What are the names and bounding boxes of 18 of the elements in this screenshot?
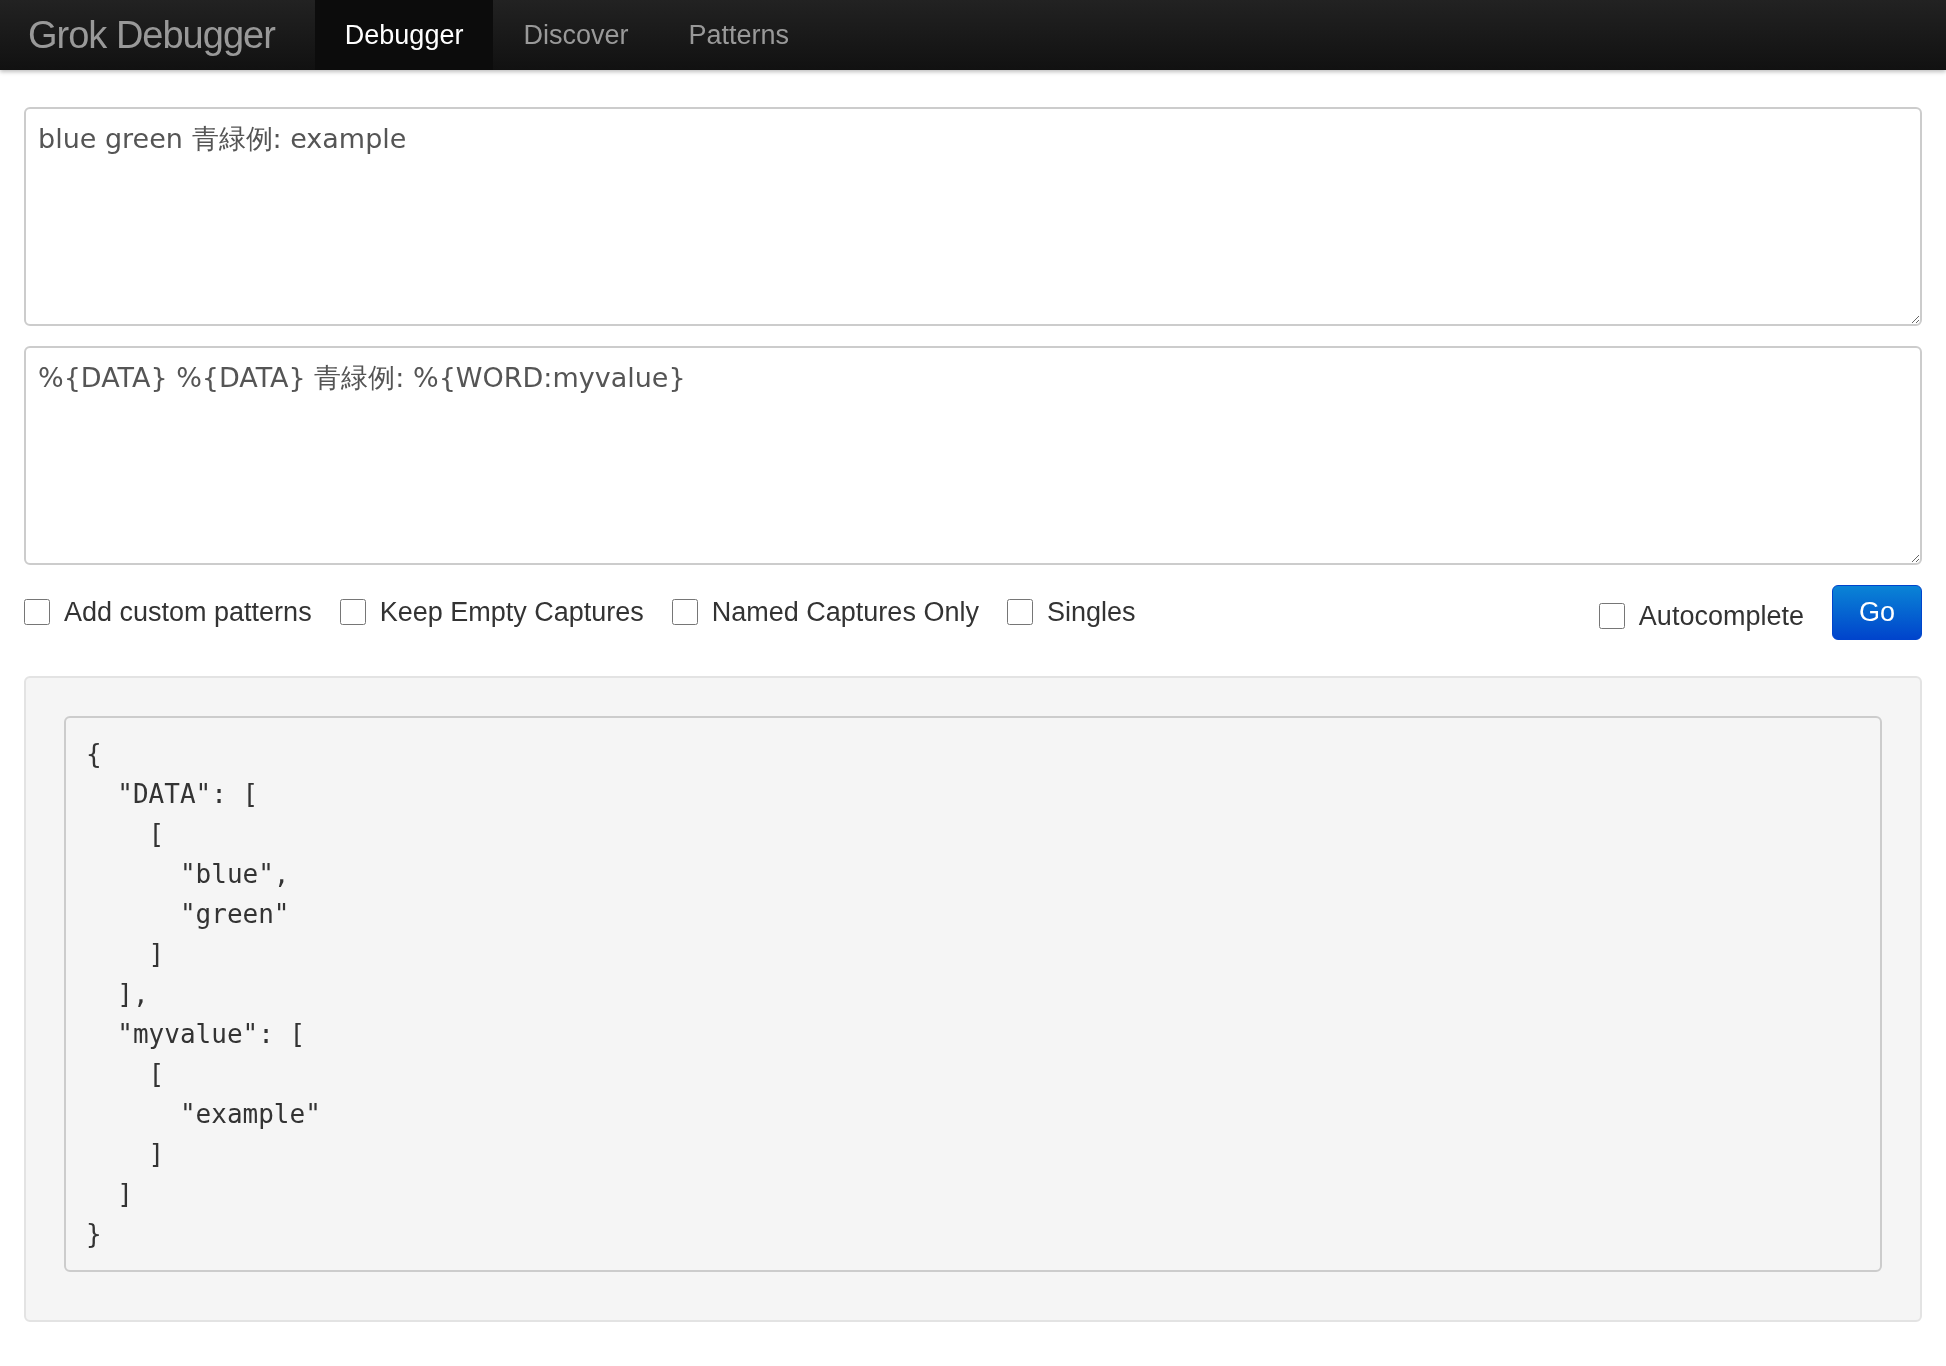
checkbox[interactable] (1006, 599, 1033, 626)
checkbox[interactable] (24, 599, 50, 626)
checkbox-label[interactable]: Autocomplete (1638, 596, 1804, 637)
pattern-field[interactable]: %{DATA} %{DATA} 青緑例: %{WORD:myvalue} (24, 346, 1922, 565)
checkbox[interactable] (1598, 603, 1625, 630)
nav-tab[interactable]: Debugger (314, 0, 494, 70)
checkbox[interactable] (339, 599, 366, 626)
app-title: Grok Debugger (27, 13, 277, 58)
checkbox-label[interactable]: Add custom patterns (64, 592, 312, 633)
checkbox-label[interactable]: Keep Empty Captures (379, 592, 644, 633)
input-text-field[interactable]: blue green 青緑例: example (24, 107, 1922, 326)
nav-tab[interactable]: Patterns (658, 0, 819, 70)
checkbox-label[interactable]: Singles (1046, 592, 1136, 633)
json-output: { "DATA": [ [ "blue", "green" ] ], "myvalue": [ [ "example" ] ] } (64, 715, 1882, 1272)
nav-tab[interactable]: Discover (493, 0, 659, 70)
checkbox[interactable] (671, 599, 698, 626)
go-button[interactable]: Go (1831, 585, 1922, 640)
checkbox-label[interactable]: Named Captures Only (711, 592, 979, 633)
